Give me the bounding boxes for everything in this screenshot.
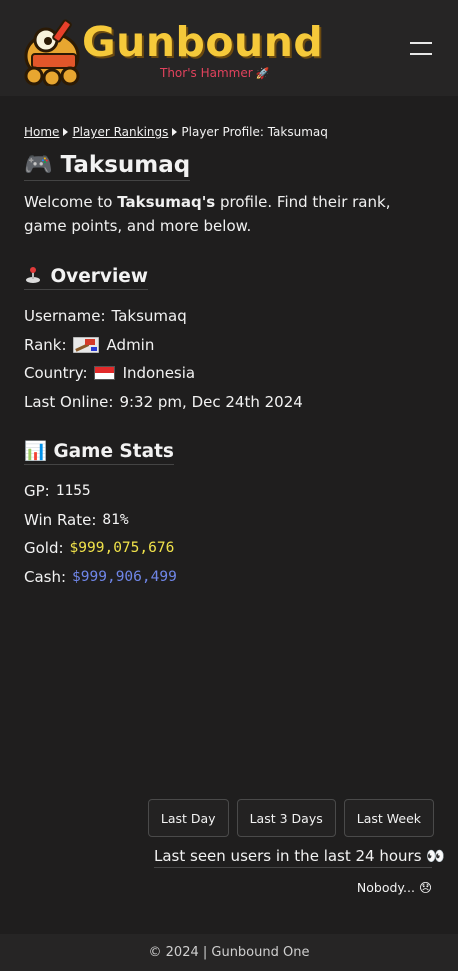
disappointed-face-icon: 😞 bbox=[418, 880, 432, 895]
site-logo[interactable]: Gunbound Thor's Hammer 🚀 bbox=[22, 14, 323, 86]
joystick-icon bbox=[26, 267, 40, 283]
eyes-icon: 👀 bbox=[426, 847, 446, 865]
username-value: Taksumaq bbox=[111, 307, 187, 325]
last-3-days-button[interactable]: Last 3 Days bbox=[236, 799, 336, 837]
footer-text: © 2024 | Gunbound One bbox=[148, 945, 310, 960]
site-footer: © 2024 | Gunbound One bbox=[0, 934, 458, 971]
breadcrumb-rankings-link[interactable]: Player Rankings bbox=[72, 125, 168, 139]
player-name-title: Taksumaq bbox=[60, 152, 191, 178]
last-online-row: Last Online: 9:32 pm, Dec 24th 2024 bbox=[24, 388, 434, 417]
last-week-button[interactable]: Last Week bbox=[343, 799, 434, 837]
gold-value: $999,075,676 bbox=[69, 540, 175, 556]
breadcrumb: Home Player Rankings Player Profile: Tak… bbox=[24, 125, 434, 139]
main-content: Home Player Rankings Player Profile: Tak… bbox=[24, 125, 434, 591]
cash-row: Cash: $999,906,499 bbox=[24, 563, 434, 592]
country-value: Indonesia bbox=[122, 364, 196, 382]
game-controller-icon: 🎮 bbox=[24, 152, 53, 178]
logo-subtitle: Thor's Hammer 🚀 bbox=[160, 66, 270, 80]
game-stats-list: GP: 1155 Win Rate: 81% Gold: $999,075,67… bbox=[24, 477, 434, 591]
hamburger-menu-button[interactable] bbox=[410, 40, 432, 56]
overview-list: Username: Taksumaq Rank: Admin Country: … bbox=[24, 302, 434, 416]
breadcrumb-home-link[interactable]: Home bbox=[24, 125, 59, 139]
last-online-value: 9:32 pm, Dec 24th 2024 bbox=[119, 392, 303, 411]
win-rate-value: 81% bbox=[102, 511, 129, 528]
chevron-right-icon bbox=[63, 128, 69, 136]
country-row: Country: Indonesia bbox=[24, 359, 434, 388]
gold-row: Gold: $999,075,676 bbox=[24, 534, 434, 563]
intro-text: Welcome to Taksumaq's profile. Find thei… bbox=[24, 193, 391, 235]
last-seen-filter: Last Day Last 3 Days Last Week bbox=[147, 799, 434, 837]
bar-chart-icon: 📊 bbox=[24, 441, 48, 462]
mobile-tank-icon bbox=[24, 19, 80, 86]
last-seen-empty: Nobody... 😞 bbox=[356, 880, 432, 895]
cash-value: $999,906,499 bbox=[72, 568, 177, 585]
rocket-icon: 🚀 bbox=[255, 67, 270, 80]
intro-player-name: Taksumaq's bbox=[117, 193, 216, 211]
site-header: Gunbound Thor's Hammer 🚀 bbox=[0, 0, 458, 96]
admin-hammer-icon bbox=[72, 336, 99, 353]
logo-text: Gunbound bbox=[82, 18, 324, 66]
indonesia-flag-icon bbox=[93, 366, 115, 381]
chevron-right-icon bbox=[172, 128, 178, 136]
last-day-button[interactable]: Last Day bbox=[147, 799, 229, 837]
username-row: Username: Taksumaq bbox=[24, 302, 434, 331]
hamburger-icon-line bbox=[410, 53, 432, 55]
overview-heading: Overview bbox=[24, 266, 148, 290]
page-title: 🎮 Taksumaq bbox=[24, 151, 191, 181]
last-seen-heading: Last seen users in the last 24 hours 👀 bbox=[154, 847, 445, 868]
gp-value: 1155 bbox=[55, 483, 91, 499]
rank-value: Admin bbox=[106, 335, 155, 354]
breadcrumb-current: Player Profile: Taksumaq bbox=[181, 125, 328, 139]
game-stats-heading: 📊 Game Stats bbox=[24, 440, 174, 465]
hamburger-icon-line bbox=[410, 42, 432, 44]
win-rate-row: Win Rate: 81% bbox=[24, 506, 434, 535]
gp-row: GP: 1155 bbox=[24, 477, 434, 506]
rank-row: Rank: Admin bbox=[24, 331, 434, 360]
